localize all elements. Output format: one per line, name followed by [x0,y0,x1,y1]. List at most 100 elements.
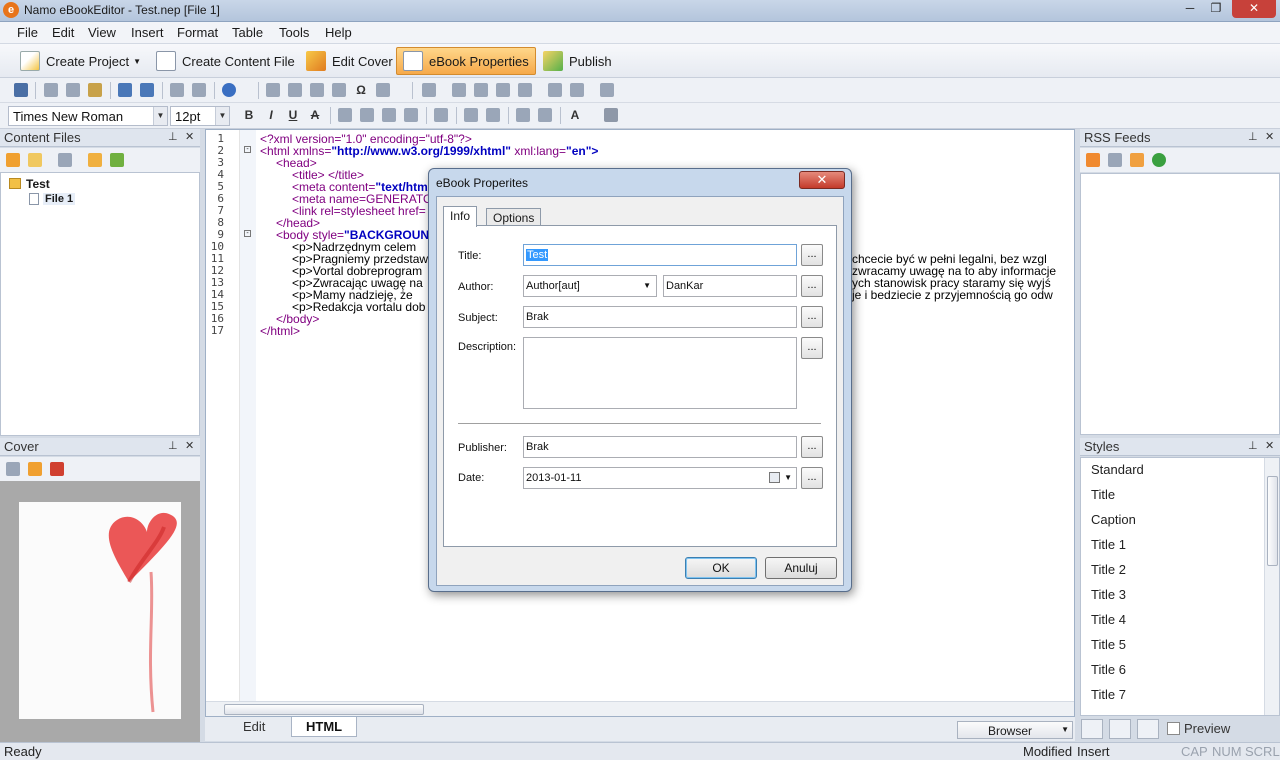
cut-icon[interactable] [44,83,58,97]
image-icon[interactable] [266,83,280,97]
delete-feed-icon[interactable] [1108,153,1122,167]
cancel-button[interactable]: Anuluj [765,557,837,579]
copy-icon[interactable] [66,83,80,97]
save-icon[interactable] [14,83,28,97]
style-item[interactable]: Title 3 [1091,587,1126,602]
close-window-button[interactable]: ✕ [1232,0,1276,18]
font-size-select[interactable]: 12pt ▼ [170,106,230,126]
publish-button[interactable]: Publish [537,47,618,75]
split-cells-icon[interactable] [570,83,584,97]
pin-icon[interactable]: ⊥ [168,439,178,452]
form-icon[interactable] [332,83,346,97]
paste-icon[interactable] [88,83,102,97]
menu-file[interactable]: File [17,25,38,40]
symbol-icon[interactable]: Ω [354,83,368,97]
create-content-file-button[interactable]: Create Content File [150,47,301,75]
align-center-icon[interactable] [360,108,374,122]
bold-button[interactable]: B [242,108,256,122]
link-icon[interactable] [288,83,302,97]
style-item[interactable]: Title [1091,487,1115,502]
outdent-icon[interactable] [464,108,478,122]
style-item[interactable]: Title 1 [1091,537,1126,552]
feed-properties-icon[interactable] [1130,153,1144,167]
align-left-icon[interactable] [338,108,352,122]
close-icon[interactable]: ✕ [1265,130,1274,143]
line-height-icon[interactable] [434,108,448,122]
pin-icon[interactable]: ⊥ [168,130,178,143]
scrollbar-thumb[interactable] [224,704,424,715]
add-style-icon[interactable] [1081,719,1103,739]
add-feed-icon[interactable] [1086,153,1100,167]
ebook-properties-button[interactable]: eBook Properties [396,47,536,75]
delete-col-icon[interactable] [518,83,532,97]
ok-button[interactable]: OK [685,557,757,579]
table-icon[interactable] [422,83,436,97]
style-item[interactable]: Title 2 [1091,562,1126,577]
subject-field[interactable]: Brak [523,306,797,328]
refresh-icon[interactable] [1152,153,1166,167]
fold-icon[interactable]: - [244,230,251,237]
minimize-button[interactable]: ─ [1176,0,1204,18]
tab-html[interactable]: HTML [291,717,358,737]
file-properties-icon[interactable] [58,153,72,167]
justify-icon[interactable] [404,108,418,122]
object-icon[interactable] [376,83,390,97]
menu-edit[interactable]: Edit [52,25,74,40]
add-file-icon[interactable] [6,153,20,167]
style-item[interactable]: Title 5 [1091,637,1126,652]
style-item[interactable]: Title 7 [1091,687,1126,702]
style-item[interactable]: Caption [1091,512,1136,527]
date-field[interactable]: 2013-01-11 ▼ [523,467,797,489]
numbered-list-icon[interactable] [516,108,530,122]
tab-info[interactable]: Info [443,206,478,227]
pin-icon[interactable]: ⊥ [1248,439,1258,452]
print-icon[interactable] [170,83,184,97]
help-icon[interactable] [222,83,236,97]
edit-cover-button[interactable]: Edit Cover [300,47,399,75]
print-preview-icon[interactable] [192,83,206,97]
title-field[interactable]: Test [523,244,797,266]
delete-cover-icon[interactable] [50,462,64,476]
author-name-field[interactable]: DanKar [663,275,797,297]
tree-file-1[interactable]: File 1 [43,193,76,205]
menu-view[interactable]: View [88,25,116,40]
table-properties-icon[interactable] [600,83,614,97]
publisher-more-button[interactable]: ... [801,436,823,458]
style-item[interactable]: Standard [1091,462,1144,477]
description-field[interactable] [523,337,797,409]
menu-insert[interactable]: Insert [131,25,164,40]
menu-tools[interactable]: Tools [279,25,309,40]
export-icon[interactable] [110,153,124,167]
indent-icon[interactable] [486,108,500,122]
scrollbar-thumb[interactable] [1267,476,1278,566]
author-more-button[interactable]: ... [801,275,823,297]
create-project-button[interactable]: Create Project ▼ [14,47,147,75]
italic-button[interactable]: I [264,108,278,122]
insert-col-icon[interactable] [474,83,488,97]
strikethrough-button[interactable]: A [308,108,322,122]
fold-icon[interactable]: - [244,146,251,153]
menu-help[interactable]: Help [325,25,352,40]
tab-edit[interactable]: Edit [229,717,279,737]
text-color-button[interactable]: A [568,108,582,122]
close-icon[interactable]: ✕ [1265,439,1274,452]
comment-icon[interactable] [310,83,324,97]
delete-style-icon[interactable] [1137,719,1159,739]
description-more-button[interactable]: ... [801,337,823,359]
delete-row-icon[interactable] [496,83,510,97]
close-icon[interactable]: ✕ [185,130,194,143]
subject-more-button[interactable]: ... [801,306,823,328]
calendar-icon[interactable] [769,472,780,483]
menu-table[interactable]: Table [232,25,263,40]
horizontal-scrollbar[interactable] [206,701,1074,716]
tree-project-test[interactable]: Test [26,177,50,191]
undo-icon[interactable] [118,83,132,97]
edit-cover-icon[interactable] [28,462,42,476]
edit-style-icon[interactable] [1109,719,1131,739]
style-item[interactable]: Title 4 [1091,612,1126,627]
new-file-icon[interactable] [28,153,42,167]
merge-cells-icon[interactable] [548,83,562,97]
font-family-select[interactable]: Times New Roman ▼ [8,106,168,126]
browser-select[interactable]: Browser ▼ [957,721,1073,739]
underline-button[interactable]: U [286,108,300,122]
